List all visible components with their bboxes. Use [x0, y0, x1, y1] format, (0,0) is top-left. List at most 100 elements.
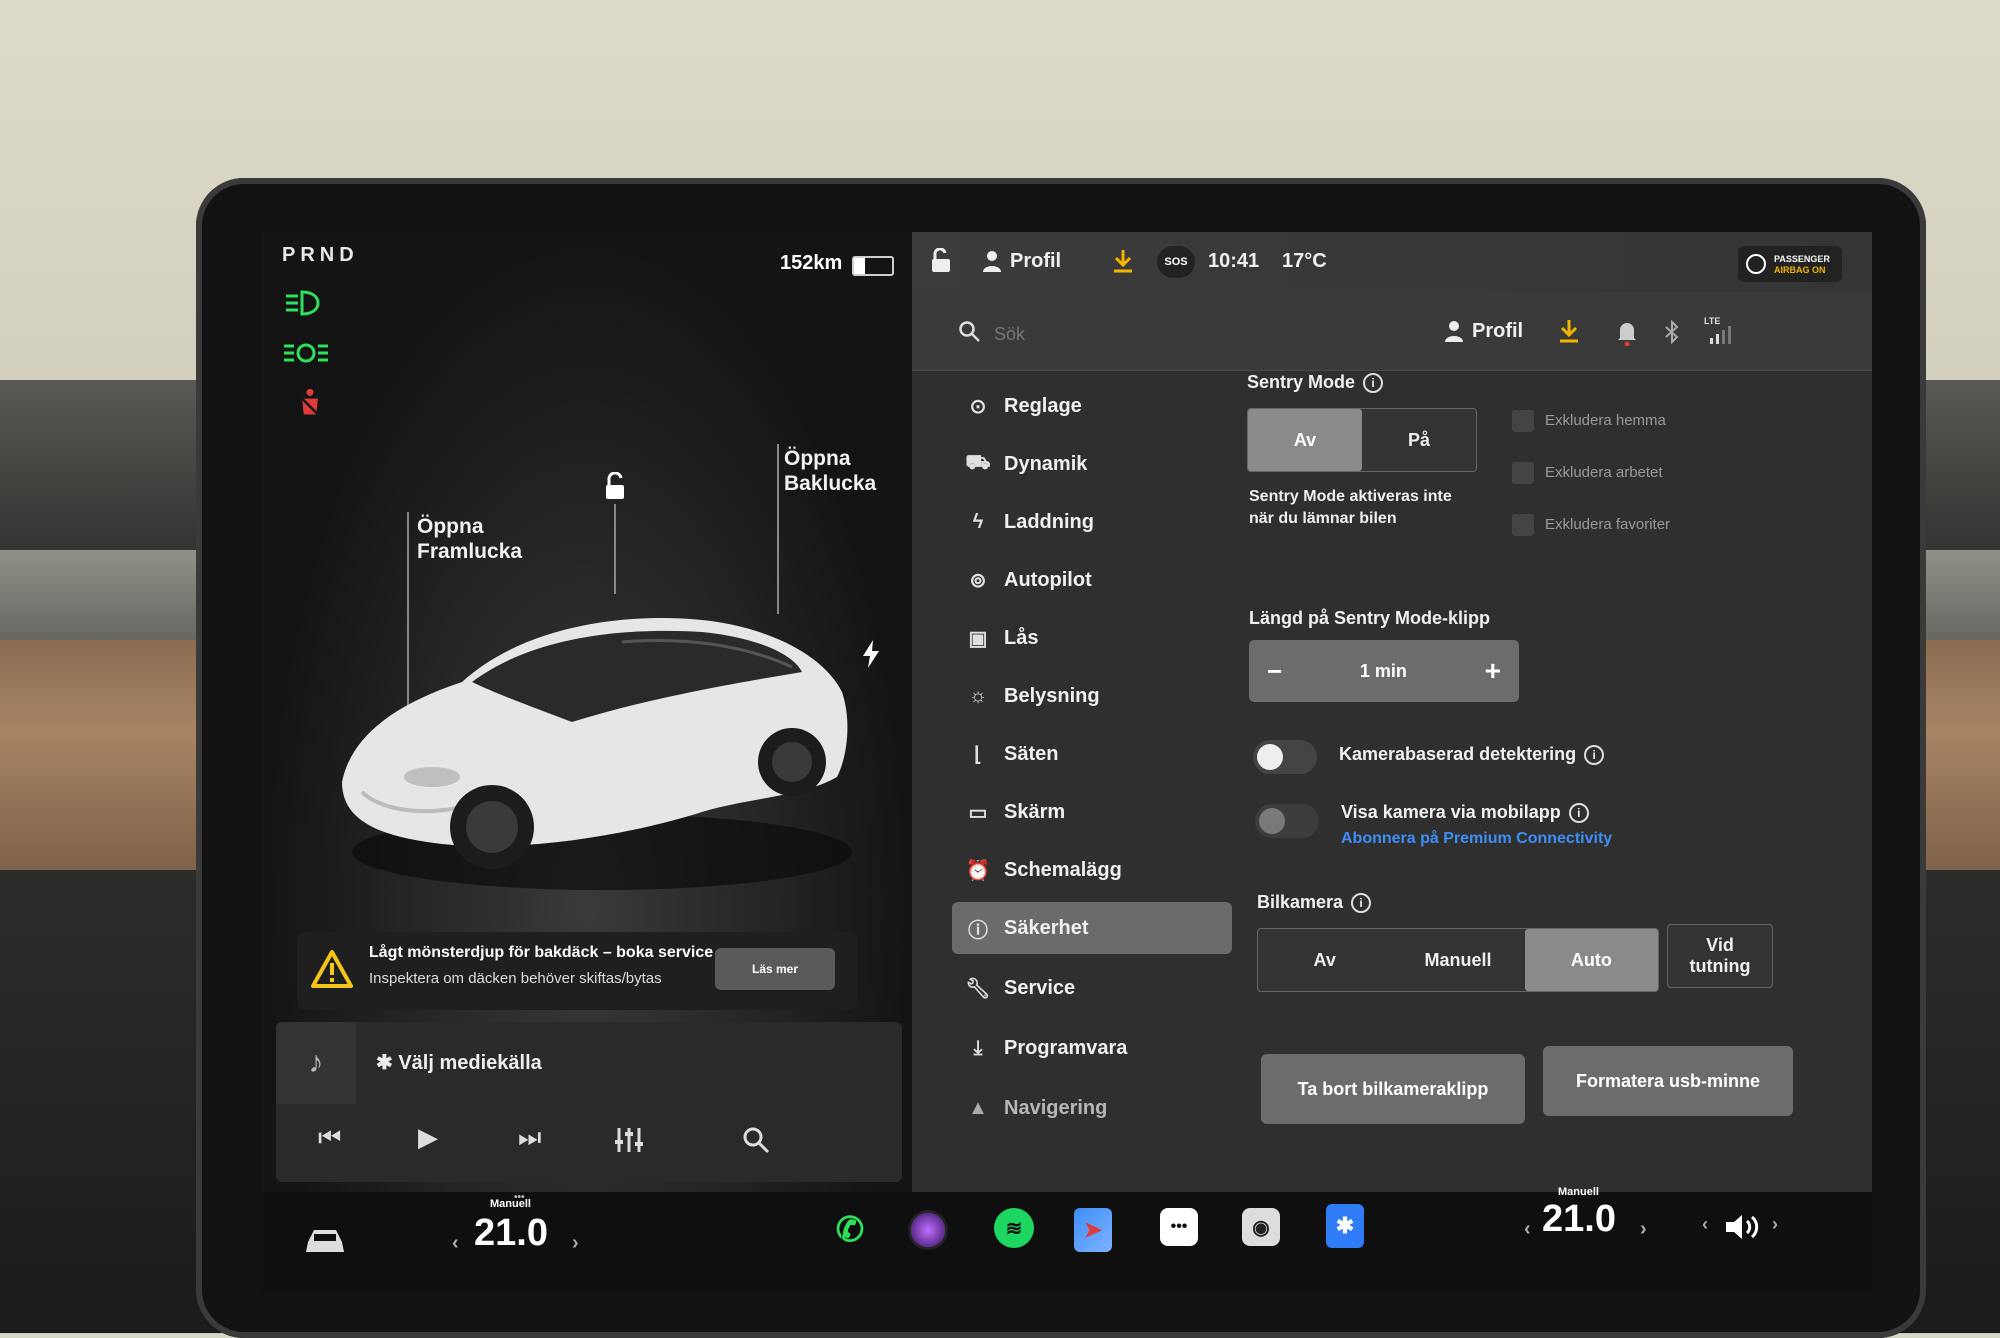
search-row-profile-button[interactable]: Profil	[1472, 320, 1523, 343]
dashcam-manual-option[interactable]: Manuell	[1391, 929, 1524, 991]
rear-trunk-callout[interactable]: Öppna Baklucka	[784, 446, 876, 496]
sun-icon: ☼	[968, 684, 988, 707]
dashcam-off-option[interactable]: Av	[1258, 929, 1391, 991]
camera-app-icon[interactable]	[908, 1210, 948, 1250]
exclude-favorites-checkbox[interactable]	[1512, 514, 1534, 536]
volume-up-icon[interactable]: ›	[1772, 1214, 1778, 1235]
menu-item-reglage[interactable]: ⊙ Reglage	[952, 380, 1232, 432]
unlock-status-icon[interactable]	[930, 248, 952, 274]
download-icon: ⤓	[973, 1036, 983, 1059]
toggle-icon: ⊙	[969, 395, 987, 418]
menu-item-service[interactable]: 🔧︎ Service	[952, 962, 1232, 1014]
front-trunk-callout[interactable]: Öppna Framlucka	[417, 514, 522, 564]
profile-icon	[983, 251, 1001, 272]
right-temp-decrease-icon[interactable]: ‹	[1524, 1218, 1531, 1241]
security-settings: Sentry Mode i Av På Sentry Mode aktiveras…	[1247, 372, 1857, 1192]
delete-dashcam-clips-button[interactable]: Ta bort bilkameraklipp	[1261, 1054, 1525, 1124]
range-readout: 152km	[780, 252, 843, 274]
camera-detection-toggle[interactable]	[1253, 740, 1317, 774]
bolt-icon: ϟ	[972, 510, 984, 533]
right-climate-mode: Manuell	[1558, 1186, 1599, 1198]
media-source-row[interactable]: ♪ ✱ Välj mediekälla	[276, 1022, 902, 1104]
signal-strength-icon	[1710, 326, 1731, 344]
exclude-home-checkbox[interactable]	[1512, 410, 1534, 432]
seatbelt-warning-icon	[301, 388, 319, 416]
alert-description: Inspektera om däcken behöver skiftas/byt…	[369, 970, 662, 987]
phone-icon[interactable]: ✆	[824, 1204, 876, 1256]
taskbar: ‹ Manuell 21.0 › ••• ✆ ≋ ➤ ••• ◉ ✱ ‹ Man…	[262, 1186, 1872, 1292]
next-track-icon[interactable]: ⏭	[518, 1122, 541, 1154]
format-usb-button[interactable]: Formatera usb-minne	[1543, 1046, 1793, 1116]
info-circle-icon: ⓘ	[968, 919, 988, 942]
alert-title: Lågt mönsterdjup för bakdäck – boka serv…	[369, 944, 714, 961]
menu-item-autopilot[interactable]: ⊚ Autopilot	[952, 554, 1232, 606]
premium-connectivity-link[interactable]: Abonnera på Premium Connectivity	[1341, 830, 1612, 848]
right-temperature[interactable]: 21.0	[1542, 1198, 1616, 1241]
menu-item-dynamik[interactable]: ⛟ Dynamik	[952, 438, 1232, 490]
volume-down-icon[interactable]: ‹	[1702, 1214, 1708, 1235]
bluetooth-app-icon[interactable]: ✱	[1326, 1204, 1364, 1248]
clip-length-decrease-button[interactable]: −	[1267, 656, 1282, 687]
clip-length-increase-button[interactable]: +	[1485, 655, 1501, 687]
media-search-icon[interactable]	[742, 1126, 770, 1154]
unlock-icon[interactable]	[600, 472, 630, 502]
sentry-mode-title: Sentry Mode i	[1247, 372, 1384, 394]
menu-item-sakerhet[interactable]: ⓘ Säkerhet	[952, 902, 1232, 954]
sos-button[interactable]: SOS	[1157, 246, 1195, 278]
more-apps-icon[interactable]: •••	[1160, 1208, 1198, 1246]
statusbar-profile-button[interactable]: Profil	[1010, 250, 1061, 273]
menu-item-belysning[interactable]: ☼ Belysning	[952, 670, 1232, 722]
lock-icon: ▣	[968, 627, 988, 650]
dashcam-viewer-icon[interactable]: ◉	[1242, 1208, 1280, 1246]
steering-wheel-icon: ⊚	[969, 569, 987, 592]
menu-item-schemalagg[interactable]: ⏰ Schemalägg	[952, 844, 1232, 896]
left-temp-increase-icon[interactable]: ›	[572, 1232, 579, 1255]
battery-fill	[854, 258, 866, 274]
menu-item-skarm[interactable]: ▭ Skärm	[952, 786, 1232, 838]
sentry-off-option[interactable]: Av	[1248, 409, 1362, 471]
play-icon[interactable]: ▶	[418, 1122, 438, 1153]
menu-item-las[interactable]: ▣ Lås	[952, 612, 1232, 664]
menu-item-programvara[interactable]: ⤓ Programvara	[952, 1022, 1232, 1074]
tire-tread-alert: Lågt mönsterdjup för bakdäck – boka serv…	[297, 932, 857, 1010]
clip-length-title: Längd på Sentry Mode-klipp	[1249, 608, 1491, 628]
left-temperature[interactable]: 21.0	[474, 1212, 548, 1255]
menu-item-laddning[interactable]: ϟ Laddning	[952, 496, 1232, 548]
download-icon[interactable]	[1112, 248, 1134, 274]
info-icon[interactable]: i	[1568, 803, 1589, 824]
right-temp-increase-icon[interactable]: ›	[1640, 1218, 1647, 1241]
info-icon[interactable]: i	[1584, 745, 1605, 766]
dashcam-title: Bilkamera i	[1257, 892, 1372, 914]
equalizer-icon[interactable]	[614, 1126, 644, 1154]
clip-length-value: 1 min	[1359, 660, 1407, 681]
music-note-icon: ♪	[276, 1022, 356, 1104]
dashcam-auto-option[interactable]: Auto	[1524, 929, 1658, 991]
view-camera-toggle[interactable]	[1255, 804, 1319, 838]
toggle-knob	[1257, 744, 1283, 770]
spotify-icon[interactable]: ≋	[994, 1208, 1034, 1248]
dashcam-honk-option[interactable]: Vid tutning	[1667, 924, 1773, 988]
volume-icon[interactable]	[1724, 1212, 1762, 1242]
sentry-on-option[interactable]: På	[1362, 409, 1476, 471]
bell-icon[interactable]	[1616, 320, 1638, 346]
menu-item-navigering[interactable]: ▲ Navigering	[952, 1082, 1232, 1134]
previous-track-icon[interactable]: ⏮	[318, 1122, 341, 1154]
settings-search-input[interactable]	[992, 318, 1296, 350]
seat-icon: ⌊	[974, 743, 982, 766]
info-icon[interactable]: i	[1351, 893, 1372, 914]
settings-pane: Profil SOS 10:41 17°C PASSENGER AIRBAG O…	[912, 232, 1872, 1192]
vehicle-model-image	[342, 617, 852, 890]
menu-item-saten[interactable]: ⌊ Säten	[952, 728, 1232, 780]
bluetooth-small-icon: ✱	[376, 1052, 399, 1074]
info-icon[interactable]: i	[1363, 373, 1384, 394]
read-more-button[interactable]: Läs mer	[715, 948, 835, 990]
exclude-work-checkbox[interactable]	[1512, 462, 1534, 484]
navigation-app-icon[interactable]: ➤	[1074, 1208, 1112, 1252]
car-icon[interactable]	[302, 1224, 348, 1256]
left-temp-decrease-icon[interactable]: ‹	[452, 1232, 459, 1255]
bluetooth-icon[interactable]	[1664, 320, 1680, 344]
search-icon	[959, 321, 980, 342]
software-download-icon[interactable]	[1558, 318, 1580, 344]
touchscreen: PRND 152km Öppna Framlucka Öppna Bakluck…	[262, 232, 1872, 1292]
parking-light-icon	[284, 343, 328, 363]
